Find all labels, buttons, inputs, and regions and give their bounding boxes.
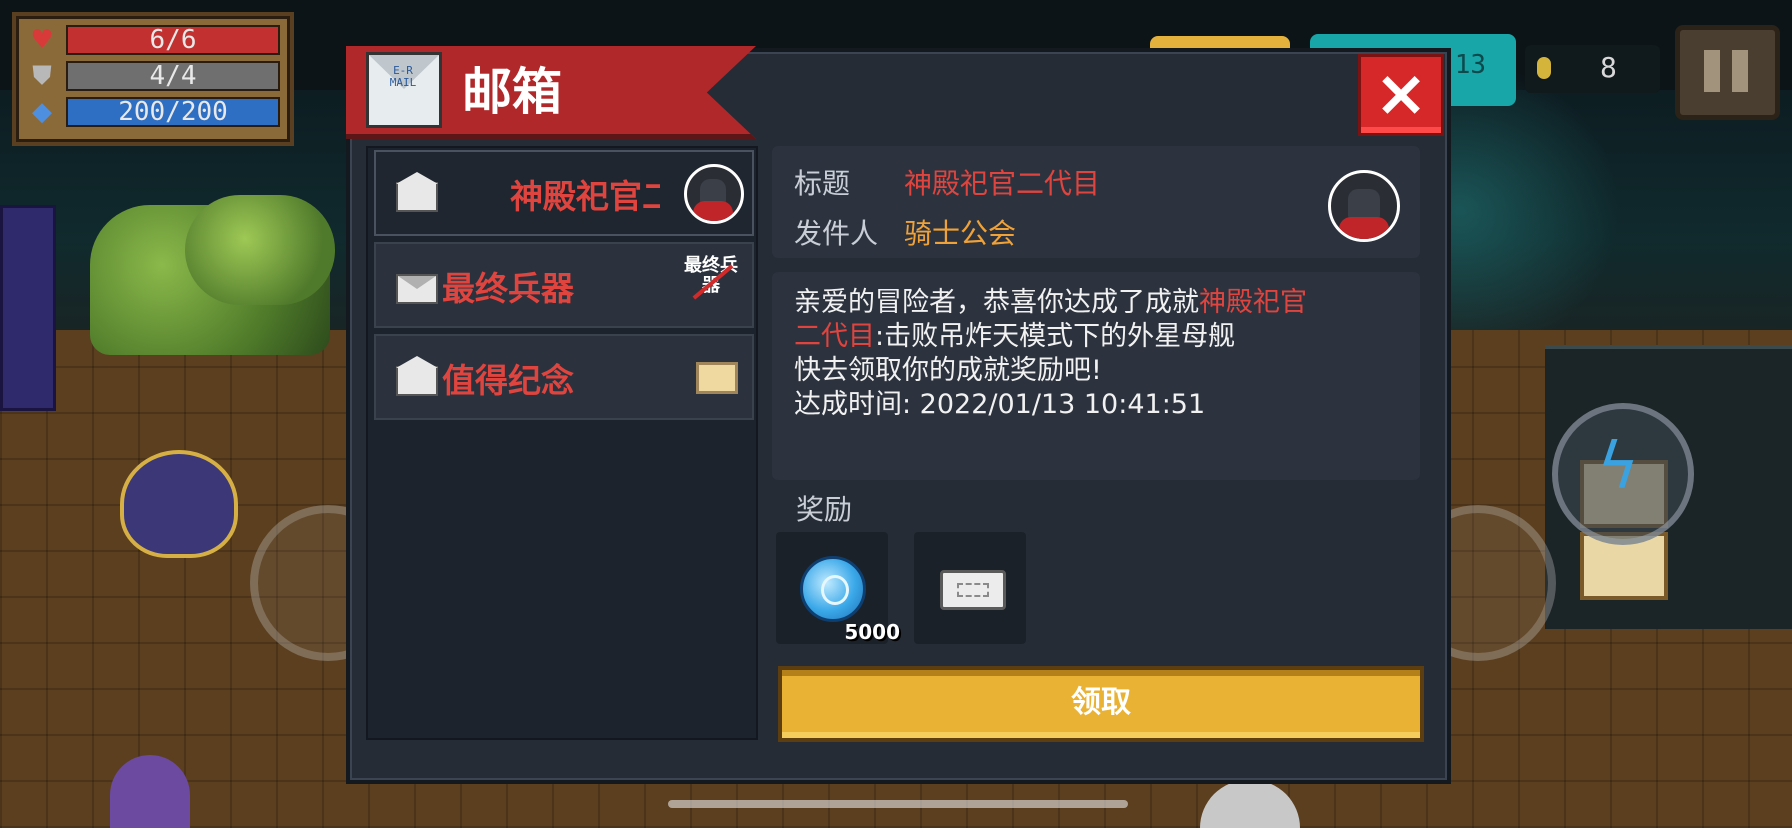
mail-list: 神殿祀官二 最终兵器 最终兵器 值得纪念	[366, 146, 758, 740]
open-envelope-icon	[396, 356, 438, 396]
sender-value: 骑士公会	[904, 217, 1017, 250]
hp-bar: 6/6	[66, 25, 280, 55]
mail-body-text: 亲爱的冒险者，恭喜你达成了成就神殿祀官 二代目:击败吊炸天模式下的外星母舰 快去…	[794, 286, 1404, 422]
coin-counter: 8	[1525, 45, 1660, 93]
mail-item-label: 值得纪念	[442, 361, 574, 400]
energy-bar: 200/200	[66, 97, 280, 127]
closed-envelope-icon	[396, 274, 438, 304]
body-line1: 亲爱的冒险者，恭喜你达成了成就	[794, 287, 1199, 318]
energy-diamond-icon: ◆	[32, 97, 52, 127]
close-button[interactable]: ×	[1358, 54, 1444, 136]
final-weapon-icon-text: 最终兵器	[684, 255, 738, 296]
vending-machine	[0, 205, 56, 411]
ticket-icon	[940, 570, 1006, 610]
armor-bar: 4/4	[66, 61, 280, 91]
energy-row: ◆ 200/200	[26, 97, 280, 127]
mail-icon-label: E-R MAIL	[389, 64, 417, 89]
sender-avatar	[1328, 170, 1400, 242]
wizard-npc	[120, 450, 238, 558]
mail-item-final-weapon[interactable]: 最终兵器 最终兵器	[374, 242, 754, 328]
pause-button[interactable]	[1675, 25, 1780, 120]
achievement-name: 神殿祀官	[1199, 287, 1307, 318]
title-label: 标题	[794, 167, 851, 200]
achieved-time: 达成时间: 2022/01/13 10:41:51	[794, 389, 1206, 420]
reward-slot-gem: 5000	[776, 532, 900, 644]
coin-icon	[1537, 57, 1551, 79]
heart-icon: ♥	[30, 25, 54, 55]
priest-avatar-icon	[684, 164, 744, 224]
open-envelope-icon	[396, 172, 438, 212]
mail-item-label: 神殿祀官二	[510, 177, 660, 216]
reward-label: 奖励	[796, 493, 853, 526]
gem-icon	[800, 556, 866, 622]
body-line2: :击败吊炸天模式下的外星母舰	[875, 321, 1236, 352]
achievement-name-cont: 二代目	[794, 321, 875, 352]
sender-label: 发件人	[794, 217, 879, 250]
mail-item-memorable[interactable]: 值得纪念	[374, 334, 754, 420]
reward-count: 5000	[844, 620, 900, 644]
tv-icon	[684, 348, 738, 406]
claim-button[interactable]: 领取	[778, 666, 1424, 742]
mail-item-priest[interactable]: 神殿祀官二	[374, 150, 754, 236]
final-weapon-icon: 最终兵器	[684, 256, 738, 314]
mail-icon: E-R MAIL	[366, 52, 442, 128]
home-indicator[interactable]	[668, 800, 1128, 808]
npc	[110, 755, 190, 828]
armor-row: ⛊ 4/4	[26, 61, 280, 91]
pause-icon	[1704, 50, 1720, 92]
hp-row: ♥ 6/6	[26, 25, 280, 55]
title-value: 神殿祀官二代目	[904, 167, 1101, 200]
bush	[185, 195, 335, 305]
dialog-title: 邮箱	[462, 63, 562, 121]
mail-item-label: 最终兵器	[442, 269, 574, 308]
mail-header: 标题 神殿祀官二代目 发件人 骑士公会	[772, 146, 1420, 258]
reward-slot-ticket	[914, 532, 1026, 644]
player-stats-panel: ♥ 6/6 ⛊ 4/4 ◆ 200/200	[12, 12, 294, 146]
shield-icon: ⛊	[32, 61, 52, 91]
mail-body: 亲爱的冒险者，恭喜你达成了成就神殿祀官 二代目:击败吊炸天模式下的外星母舰 快去…	[772, 272, 1420, 480]
body-line3: 快去领取你的成就奖励吧!	[794, 355, 1102, 386]
lightning-icon: ϟ	[1597, 430, 1640, 504]
pause-icon	[1732, 50, 1748, 92]
gem-count: 13	[1454, 50, 1486, 80]
coin-count: 8	[1600, 51, 1617, 84]
